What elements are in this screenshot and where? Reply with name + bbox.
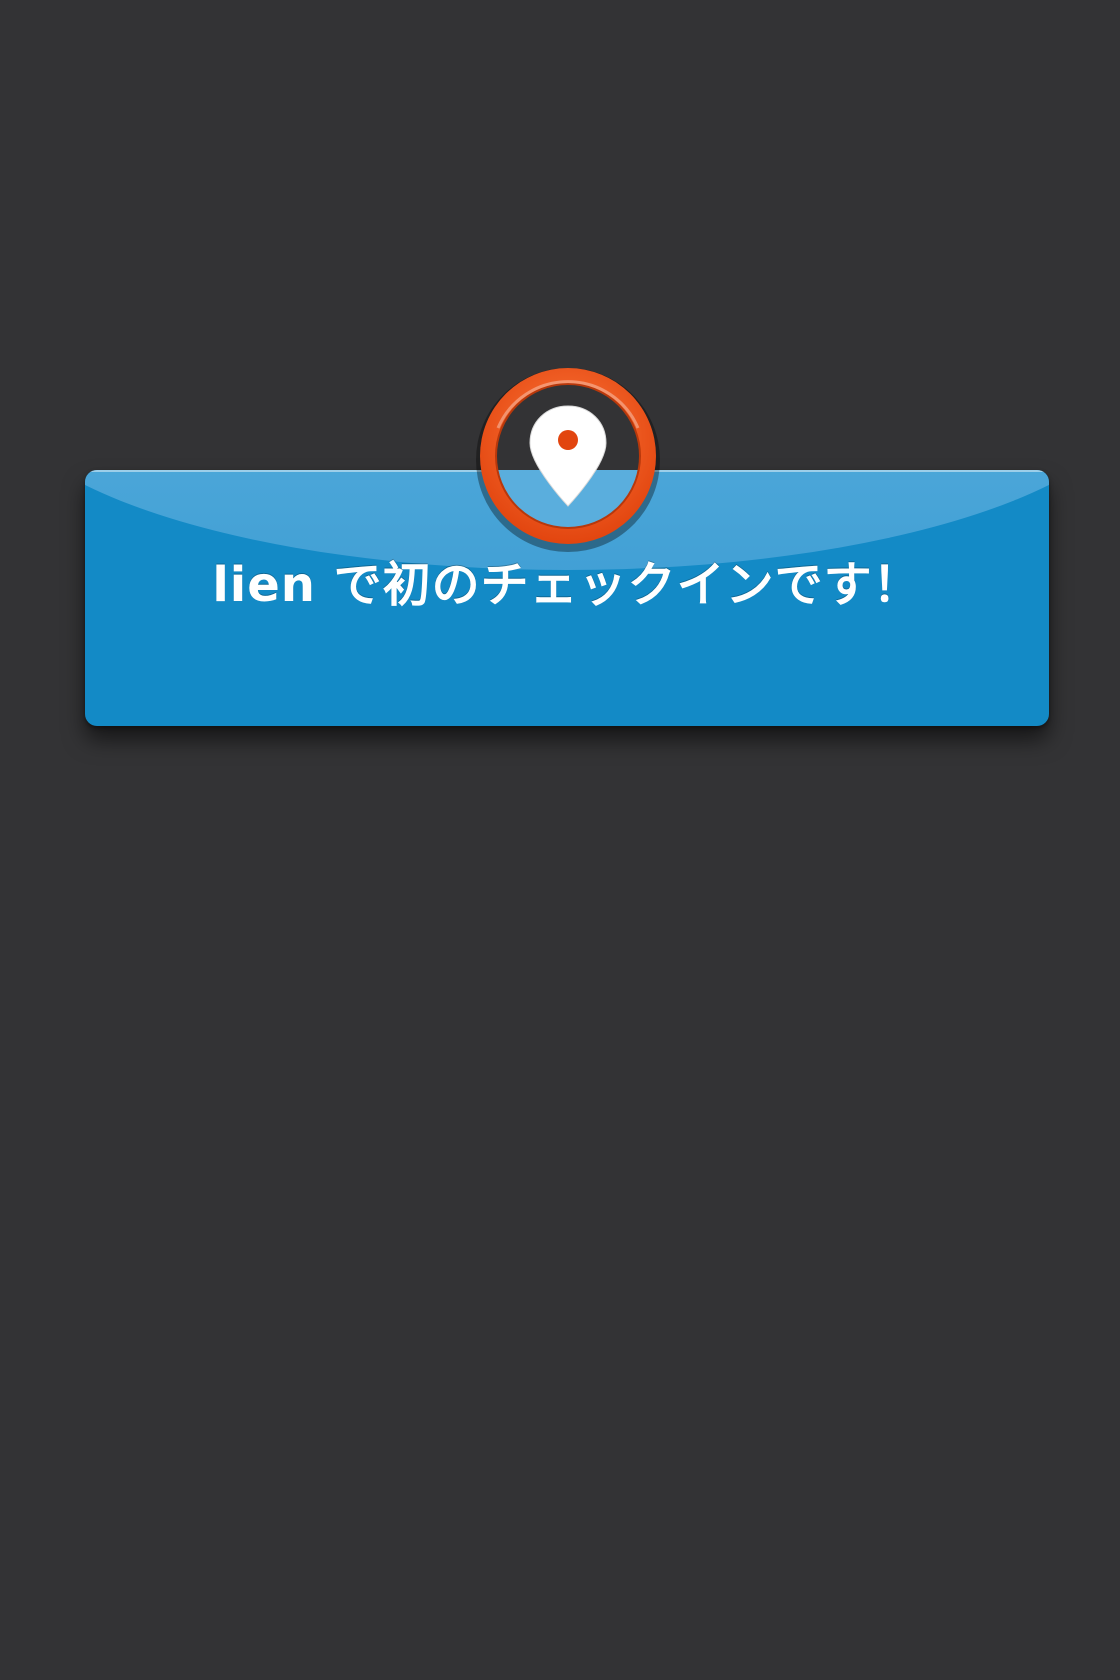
banner-text-layer: lien で初のチェックインです！ bbox=[85, 0, 1049, 1680]
pin-badge-graphic bbox=[476, 368, 660, 552]
location-pin-icon bbox=[468, 358, 668, 558]
checkin-screen: lien で初のチェックインです！ bbox=[0, 0, 1120, 1680]
